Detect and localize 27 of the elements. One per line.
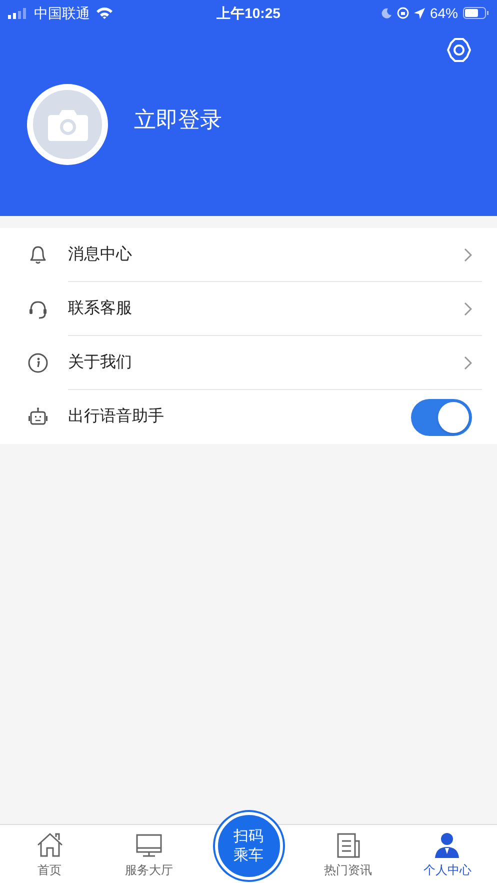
settings-icon[interactable] (446, 37, 472, 63)
moon-icon (380, 8, 392, 18)
login-link[interactable]: 立即登录 (134, 103, 222, 136)
chevron-right-icon (464, 302, 472, 316)
tab-item[interactable]: 首页 (34, 825, 65, 883)
chevron-right-icon (464, 356, 472, 370)
tab-item[interactable]: 服务大厅 (125, 825, 174, 883)
battery-percent: 64% (430, 4, 458, 22)
info-icon (26, 351, 50, 375)
tab-item[interactable]: 热门资讯 (324, 825, 372, 883)
scan-ride-button[interactable]: 扫码乘车 (214, 812, 283, 880)
menu-item-label[interactable]: 消息中心 (68, 242, 464, 266)
menu-item-label[interactable]: 关于我们 (68, 350, 464, 374)
wifi-icon (96, 7, 113, 19)
menu-item-label: 出行语音助手 (68, 406, 165, 427)
carrier-name: 中国联通 (34, 4, 90, 22)
signal-icon (8, 8, 28, 18)
chevron-right-icon (464, 248, 472, 262)
lock-rotation-icon (396, 7, 409, 19)
clock-time: 上午10:25 (216, 4, 280, 22)
tab-item[interactable]: 个人中心 (423, 825, 472, 883)
location-arrow-icon (414, 8, 425, 18)
toggle-switch[interactable] (411, 398, 472, 436)
battery-icon (463, 7, 489, 19)
home-icon (34, 831, 65, 860)
camera-icon (46, 108, 88, 142)
menu-item-label[interactable]: 联系客服 (68, 296, 464, 320)
